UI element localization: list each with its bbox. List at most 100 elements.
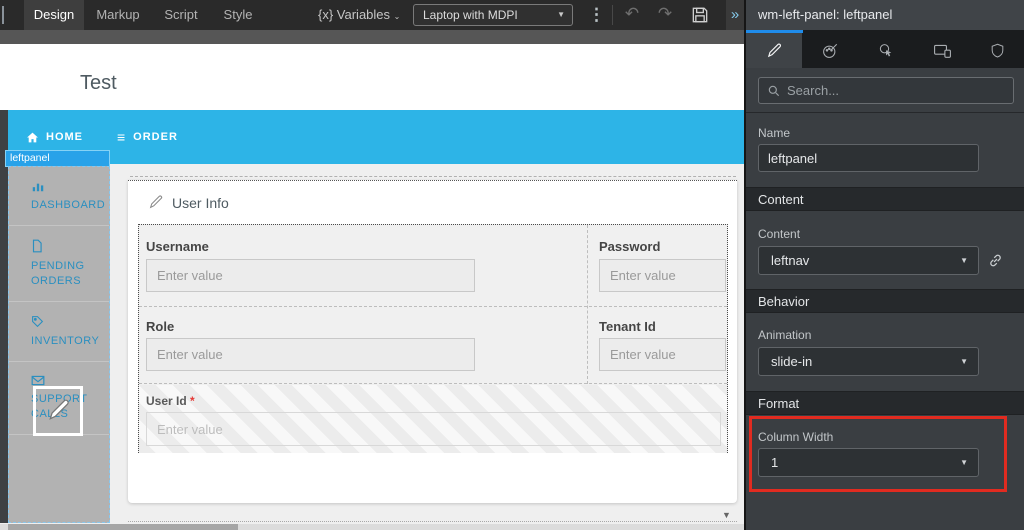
field-label-text: User Id xyxy=(146,394,187,408)
chevron-down-icon: ▼ xyxy=(960,458,968,467)
tab-security[interactable] xyxy=(970,33,1024,68)
content-dropdown-value: leftnav xyxy=(771,253,810,268)
required-asterisk: * xyxy=(190,394,195,408)
save-icon[interactable] xyxy=(690,5,710,25)
horizontal-scrollbar[interactable] xyxy=(0,524,744,530)
device-selector[interactable]: Laptop with MDPI Screen ▼ xyxy=(413,4,573,42)
chevron-down-icon: ▼ xyxy=(960,256,968,265)
username-field[interactable] xyxy=(146,259,475,292)
selection-badge: leftpanel xyxy=(5,150,110,167)
sidebar-item-label: INVENTORY xyxy=(31,335,100,347)
design-canvas: Test HOME ≡ ORDER leftpanel DASHBOARD PE… xyxy=(0,30,744,530)
chevron-down-icon: ▼ xyxy=(557,10,565,19)
animation-dropdown[interactable]: slide-in ▼ xyxy=(758,347,979,376)
form-title: User Info xyxy=(172,195,229,211)
home-icon xyxy=(26,131,39,144)
tag-icon xyxy=(31,315,101,328)
envelope-icon xyxy=(31,375,101,386)
section-format[interactable]: Format xyxy=(746,391,1024,415)
nav-item-home[interactable]: HOME xyxy=(26,131,83,144)
canvas-gap xyxy=(0,30,744,44)
tab-markup[interactable]: Markup xyxy=(92,0,144,30)
devices-icon xyxy=(933,42,952,60)
field-label-username: Username xyxy=(146,239,209,254)
scrollbar-thumb[interactable] xyxy=(8,524,238,530)
name-label: Name xyxy=(758,126,791,140)
column-width-dropdown[interactable]: 1 ▼ xyxy=(758,448,979,477)
tab-design[interactable]: Design xyxy=(24,0,84,30)
pencil-icon xyxy=(148,194,164,210)
field-label-role: Role xyxy=(146,319,175,334)
left-panel-widget[interactable]: DASHBOARD PENDING ORDERS INVENTORY SUPPO… xyxy=(8,166,110,523)
panel-divider xyxy=(746,112,1024,113)
edit-cursor-overlay xyxy=(33,386,83,436)
form-card[interactable]: User Info Username Password Role Tenant … xyxy=(128,180,737,503)
column-separator xyxy=(587,225,588,384)
form-region[interactable]: Username Password Role Tenant Id User Id… xyxy=(138,224,728,453)
canvas-left-edge xyxy=(0,110,8,523)
sidebar-item-label: DASHBOARD xyxy=(31,199,106,211)
field-label-user-id: User Id * xyxy=(146,394,195,408)
palette-icon xyxy=(821,42,839,60)
inspector-tabstrip xyxy=(746,30,1024,68)
events-icon xyxy=(877,42,895,60)
user-id-field[interactable] xyxy=(146,412,721,446)
footer-chevron-icon[interactable]: ▼ xyxy=(722,510,731,520)
inspector-search[interactable] xyxy=(758,77,1014,104)
expand-panel-icon[interactable]: » xyxy=(726,0,744,30)
sidebar-item-pending-orders[interactable]: PENDING ORDERS xyxy=(9,226,109,302)
tab-styles[interactable] xyxy=(802,33,858,68)
column-width-dropdown-value: 1 xyxy=(771,455,779,470)
undo-icon[interactable]: ↶ xyxy=(620,3,644,25)
tab-events[interactable] xyxy=(858,33,914,68)
animation-label: Animation xyxy=(758,328,812,342)
password-field[interactable] xyxy=(599,259,726,292)
pencil-icon xyxy=(46,397,72,423)
role-field[interactable] xyxy=(146,338,475,371)
nav-item-order[interactable]: ≡ ORDER xyxy=(117,129,178,145)
redo-icon[interactable]: ↷ xyxy=(653,3,677,25)
variables-menu[interactable]: {x} Variables ⌄ xyxy=(318,0,400,30)
kebab-menu-icon[interactable]: ⋮ xyxy=(588,5,605,25)
search-icon xyxy=(767,84,781,98)
document-icon xyxy=(31,239,101,253)
tenant-id-field[interactable] xyxy=(599,338,726,371)
footer-placeholder xyxy=(128,521,737,522)
column-width-label: Column Width xyxy=(758,430,834,444)
section-content[interactable]: Content xyxy=(746,187,1024,211)
content-label: Content xyxy=(758,227,801,241)
field-label-tenant-id: Tenant Id xyxy=(599,319,656,334)
inspector-panel: wm-left-panel: leftpanel Search... Name … xyxy=(744,0,1024,530)
search-input[interactable] xyxy=(787,83,1005,98)
menu-icon: ≡ xyxy=(117,129,127,145)
tab-properties[interactable] xyxy=(746,33,802,68)
page-title[interactable]: Test xyxy=(80,72,117,95)
sidebar-item-dashboard[interactable]: DASHBOARD xyxy=(9,167,109,226)
animation-dropdown-value: slide-in xyxy=(771,354,813,369)
hidden-field-row[interactable]: User Id * xyxy=(139,385,727,453)
top-toolbar: Design Markup Script Style {x} Variables… xyxy=(0,0,744,42)
section-behavior[interactable]: Behavior xyxy=(746,289,1024,313)
sidebar-item-label: PENDING ORDERS xyxy=(31,260,85,287)
nav-item-label: ORDER xyxy=(133,131,178,143)
nav-item-label: HOME xyxy=(46,131,83,143)
toolbar-divider xyxy=(612,5,613,25)
tab-style[interactable]: Style xyxy=(216,0,260,30)
chevron-down-icon: ▼ xyxy=(960,357,968,366)
app-navbar[interactable]: HOME ≡ ORDER xyxy=(8,110,744,164)
tab-devices[interactable] xyxy=(914,33,970,68)
link-icon[interactable] xyxy=(987,252,1004,269)
pencil-icon xyxy=(766,42,783,59)
name-input[interactable] xyxy=(758,144,979,172)
inspector-title: wm-left-panel: leftpanel xyxy=(746,0,1024,30)
sidebar-item-inventory[interactable]: INVENTORY xyxy=(9,302,109,362)
left-edge-handle xyxy=(2,6,4,24)
bar-chart-icon xyxy=(31,180,101,192)
tab-script[interactable]: Script xyxy=(158,0,204,30)
variables-label: {x} Variables xyxy=(318,7,391,22)
content-area-outline xyxy=(130,176,736,177)
chevron-down-icon: ⌄ xyxy=(393,12,401,21)
page-header[interactable]: Test xyxy=(0,44,744,110)
content-dropdown[interactable]: leftnav ▼ xyxy=(758,246,979,275)
shield-icon xyxy=(989,42,1006,60)
